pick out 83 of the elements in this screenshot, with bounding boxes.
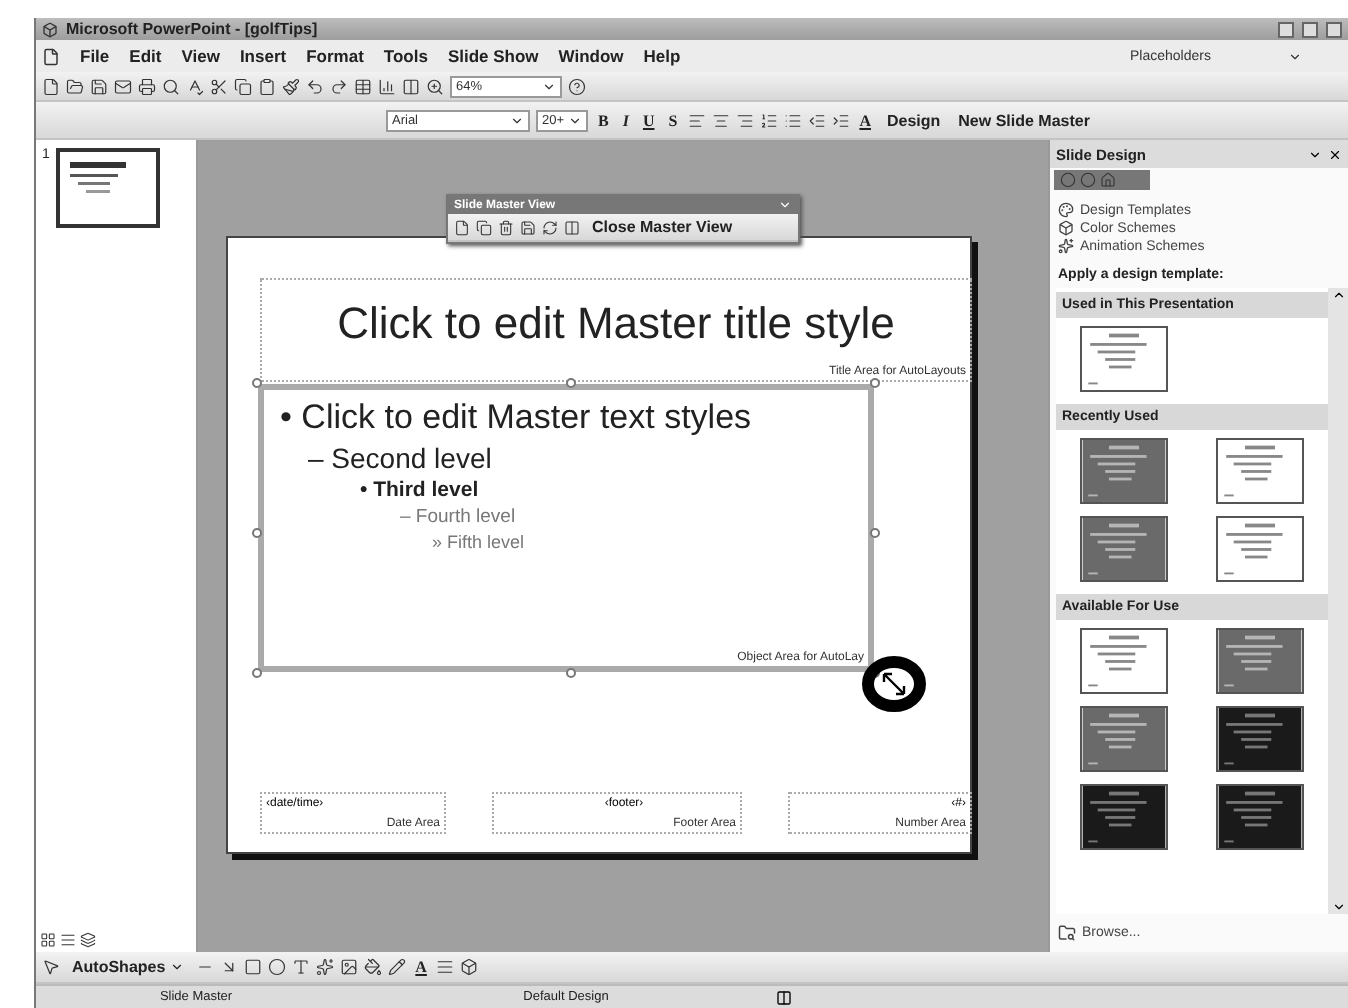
oval-icon[interactable] <box>267 958 286 976</box>
design-button[interactable]: Design <box>880 111 947 129</box>
normal-view-icon[interactable] <box>40 932 56 948</box>
save-icon[interactable] <box>90 77 108 95</box>
close-button[interactable] <box>1326 21 1342 37</box>
menu-item[interactable]: Edit <box>129 46 162 66</box>
layout-icon[interactable] <box>564 219 580 235</box>
minimize-button[interactable] <box>1278 21 1294 37</box>
copy-icon[interactable] <box>234 77 252 95</box>
increase-indent-icon[interactable] <box>831 111 850 129</box>
menu-item[interactable]: View <box>181 46 220 66</box>
menu-item[interactable]: Slide Show <box>447 46 539 66</box>
paste-icon[interactable] <box>258 77 276 95</box>
font-color-button[interactable]: A <box>411 958 431 976</box>
chart-icon[interactable] <box>378 77 396 95</box>
text-box-icon[interactable] <box>291 958 310 976</box>
arrow-icon[interactable] <box>219 958 238 976</box>
cube-icon <box>1058 220 1074 236</box>
font-color-button[interactable]: A <box>855 111 875 129</box>
delete-icon[interactable] <box>498 219 514 235</box>
highlight-circle-drawing <box>860 654 928 714</box>
zoom-icon[interactable] <box>426 77 444 95</box>
menu-item[interactable]: Window <box>558 46 624 66</box>
outline-view-icon[interactable] <box>60 932 76 948</box>
bullets-icon[interactable] <box>783 111 802 129</box>
bullet-text: – Second level <box>308 442 494 474</box>
maximize-button[interactable] <box>1302 21 1318 37</box>
spelling-icon[interactable] <box>186 77 204 95</box>
style-button[interactable]: U <box>638 111 659 129</box>
slide-thumbnail[interactable] <box>55 148 160 228</box>
menu-item[interactable]: File <box>80 46 110 66</box>
align-right-icon[interactable] <box>735 111 754 129</box>
dropdown-icon[interactable] <box>1308 147 1322 161</box>
bullet-text: • Click to edit Master text styles <box>280 398 754 438</box>
format-painter-icon[interactable] <box>282 77 300 95</box>
style-button[interactable]: B <box>594 111 613 129</box>
redo-icon[interactable] <box>330 77 348 95</box>
print-icon[interactable] <box>138 77 156 95</box>
app-icon <box>42 21 58 37</box>
menu-item[interactable]: Format <box>306 46 364 66</box>
open-icon[interactable] <box>66 77 84 95</box>
new-slide-master-button[interactable]: New Slide Master <box>952 111 1096 129</box>
wordart-icon[interactable] <box>315 958 334 976</box>
decrease-indent-icon[interactable] <box>807 111 826 129</box>
style-button[interactable]: I <box>618 111 633 129</box>
home-icon[interactable] <box>1100 172 1116 188</box>
line-color-icon[interactable] <box>387 958 406 976</box>
fill-color-icon[interactable] <box>363 958 382 976</box>
align-center-icon[interactable] <box>711 111 730 129</box>
align-left-icon[interactable] <box>687 111 706 129</box>
picture-icon[interactable] <box>339 958 358 976</box>
scrollbar[interactable] <box>1328 288 1348 914</box>
bullet-text: • Third level <box>360 478 481 502</box>
close-icon[interactable] <box>1328 147 1342 161</box>
numbering-icon[interactable] <box>759 111 778 129</box>
slide-sorter-icon[interactable] <box>80 932 96 948</box>
undo-icon[interactable] <box>306 77 324 95</box>
menu-item[interactable]: Help <box>643 46 681 66</box>
back-icon[interactable] <box>1060 172 1076 188</box>
menu-item[interactable]: Tools <box>383 46 428 66</box>
table-icon[interactable] <box>354 77 372 95</box>
line-style-icon[interactable] <box>436 958 455 976</box>
rectangle-icon[interactable] <box>243 958 262 976</box>
help-icon[interactable] <box>568 77 586 95</box>
file-icon[interactable] <box>42 77 60 95</box>
menu-item[interactable]: Insert <box>239 46 287 66</box>
forward-icon[interactable] <box>1080 172 1096 188</box>
style-button[interactable]: S <box>664 111 682 129</box>
sparkle-icon <box>1058 238 1074 254</box>
window-title: Microsoft PowerPoint - [golfTips] <box>66 20 320 38</box>
palette-icon <box>1058 202 1074 218</box>
document-icon <box>42 47 60 65</box>
bullet-text: » Fifth level <box>432 532 527 552</box>
bullet-text: – Fourth level <box>400 506 518 528</box>
3d-icon[interactable] <box>460 958 479 976</box>
search-icon[interactable] <box>162 77 180 95</box>
mail-icon[interactable] <box>114 77 132 95</box>
folder-search-icon <box>1058 924 1076 942</box>
slide-title: Click to edit Master title style <box>337 298 895 350</box>
cut-icon[interactable] <box>210 77 228 95</box>
autoshapes-button[interactable]: AutoShapes <box>66 958 190 976</box>
select-icon[interactable] <box>42 958 60 976</box>
columns-icon[interactable] <box>402 77 420 95</box>
